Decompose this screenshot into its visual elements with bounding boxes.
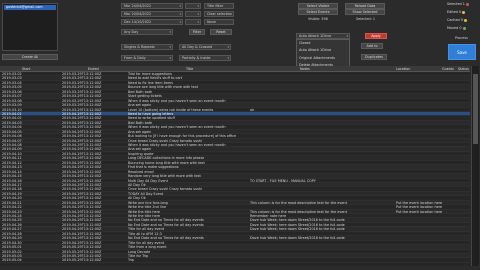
scrollbar-thumb[interactable] [473, 74, 478, 144]
chevron-down-icon: ▾ [179, 12, 181, 16]
none-value: None [207, 20, 216, 24]
date-range-select[interactable]: Dec 14/10/2022 ▾ [121, 19, 183, 25]
date-range-value: Dec 14/10/2022 [124, 20, 152, 24]
chevron-down-icon: ▾ [179, 4, 181, 8]
date-start-value: Mar 24/04/2022 [124, 4, 152, 8]
repeat-value: Singles & Repeats [124, 45, 155, 49]
status-dot-icon [462, 10, 466, 14]
title-filter-value: Title filter [207, 4, 224, 8]
clear-selection-value: Clear selection [207, 12, 233, 16]
dropdown-option[interactable]: Auto Attach 1Drive [297, 47, 349, 54]
day-select[interactable]: Any Day ▾ [121, 29, 173, 35]
account-list[interactable]: gosfechd@gmail.com [2, 3, 58, 51]
repeat-select[interactable]: Singles & Repeats ▾ [121, 44, 173, 50]
date-end-select[interactable]: Mar 20/04/2022 ▾ [121, 11, 183, 17]
stat-label: Moved [447, 26, 459, 30]
dropdown-option[interactable]: Closed [297, 40, 349, 47]
stat-value: 0 [460, 18, 463, 22]
status-dot-icon [463, 18, 467, 22]
create-all-button[interactable]: Create All [2, 54, 58, 60]
chevron-down-icon: ▾ [169, 45, 171, 49]
events-table[interactable]: Start Ended Title Notes Location Guests … [0, 66, 470, 266]
chevron-down-icon: ▾ [179, 20, 181, 24]
title-filter-input[interactable]: Title filter [204, 3, 234, 9]
table-cell: 2019-05-04 [2, 258, 22, 263]
save-button[interactable]: Save [448, 44, 476, 60]
stat-cached: Cached 0 [447, 17, 467, 23]
allday-select[interactable]: All Day & Crossed ▾ [179, 44, 231, 50]
stat-value: 0 [458, 10, 462, 14]
day-value: Any Day [124, 30, 139, 34]
chevron-down-icon: ▾ [197, 12, 199, 16]
table-cell: Trip [128, 258, 135, 263]
dropdown-option[interactable]: Original Attachments [297, 55, 349, 62]
add-to-button[interactable]: Add to [361, 43, 383, 49]
duplicates-button[interactable]: Duplicates [361, 54, 387, 60]
hour-select[interactable]: ▾ [185, 3, 201, 9]
stat-value: 0 [459, 26, 462, 30]
select-events-button[interactable]: Select Events [298, 9, 338, 15]
stat-moved: Moved 0 [447, 25, 466, 31]
stat-selected: Selected 1 [447, 1, 469, 7]
hour-select-2[interactable]: ▾ [185, 11, 201, 17]
table-body: 2019-03-02 2019-03-29T13:12:00Z Trial for … [0, 72, 470, 263]
partial-select[interactable]: Partially & Inside ▾ [179, 55, 231, 61]
apply-button[interactable]: Apply [365, 33, 387, 39]
show-selected-button[interactable]: Show Selected [345, 9, 385, 15]
table-cell: 2019-05-29T13:12:00Z [62, 258, 102, 263]
chevron-down-icon: ▾ [227, 45, 229, 49]
clear-selection-input[interactable]: Clear selection [204, 11, 234, 17]
chevron-down-icon: ▾ [169, 56, 171, 60]
stat-label: Cached [447, 18, 460, 22]
chevron-down-icon: ▾ [169, 30, 171, 34]
status-dot-icon [465, 2, 469, 6]
stat-edited: Edited 0 [447, 9, 466, 15]
stat-label: Edited [447, 10, 458, 14]
reset-button[interactable]: Reset [210, 29, 232, 35]
partial-value: Partially & Inside [182, 56, 211, 60]
stat-label: Selected [447, 2, 462, 6]
status-dot-icon [462, 26, 466, 30]
chevron-down-icon: ▾ [197, 4, 199, 8]
date-start-select[interactable]: Mar 24/04/2022 ▾ [121, 3, 183, 9]
from-value: From & Daily [124, 56, 146, 60]
from-select[interactable]: From & Daily ▾ [121, 55, 173, 61]
chevron-down-icon: ▾ [197, 20, 199, 24]
table-scrollbar[interactable] [471, 66, 479, 266]
table-row[interactable]: 2019-05-04 2019-05-29T13:12:00Z Trip [0, 258, 470, 263]
allday-value: All Day & Crossed [182, 45, 213, 49]
account-item[interactable]: gosfechd@gmail.com [4, 5, 56, 10]
action-select-value: Auto Attach 1Drive [299, 34, 332, 38]
selected-count: Selected: 1 [356, 17, 376, 21]
stat-value: 1 [462, 2, 465, 6]
filter-button[interactable]: Filter [189, 29, 205, 35]
date-end-value: Mar 20/04/2022 [124, 12, 152, 16]
visible-count: Visible: 398 [308, 17, 328, 21]
none-input[interactable]: None [204, 19, 234, 25]
hour-select-3[interactable]: ▾ [185, 19, 201, 25]
process-label: Process [455, 36, 468, 40]
chevron-down-icon: ▾ [227, 56, 229, 60]
